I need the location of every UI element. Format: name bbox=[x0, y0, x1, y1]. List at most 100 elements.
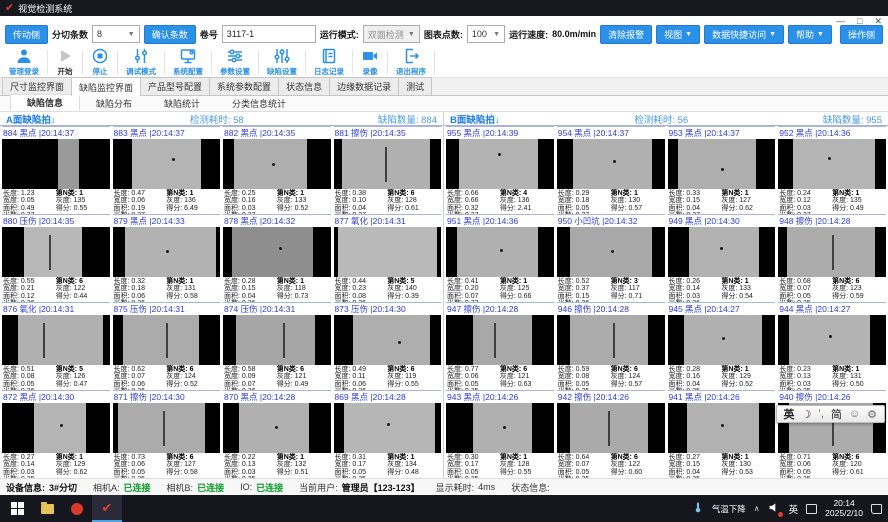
defect-image[interactable] bbox=[334, 403, 442, 453]
tray-expand-caret[interactable]: ∧ bbox=[754, 504, 760, 513]
stop-button[interactable]: 停止 bbox=[86, 46, 114, 78]
defect-settings-button[interactable]: 缺陷设置 bbox=[262, 46, 302, 78]
defect-image[interactable] bbox=[557, 227, 665, 277]
defect-image[interactable] bbox=[2, 315, 110, 365]
roll-number-input[interactable] bbox=[222, 25, 316, 43]
defect-image[interactable] bbox=[668, 227, 776, 277]
tab-system-params[interactable]: 系统参数配置 bbox=[209, 77, 279, 95]
defect-cell[interactable]: 954 黑点 |20:14:37 长度: 0.29 宽度: 0.18 面积: 0… bbox=[557, 126, 665, 214]
defect-cell[interactable]: 870 黑点 |20:14:28 长度: 0.22 宽度: 0.13 面积: 0… bbox=[223, 390, 331, 478]
run-mode-select[interactable]: 双面检测▼ bbox=[363, 25, 420, 43]
defect-cell[interactable]: 871 擦伤 |20:14:30 长度: 0.73 宽度: 0.06 面积: 0… bbox=[113, 390, 221, 478]
defect-cell[interactable]: 875 压伤 |20:14:31 长度: 0.62 宽度: 0.07 面积: 0… bbox=[113, 302, 221, 390]
defect-image[interactable] bbox=[2, 403, 110, 453]
defect-image[interactable] bbox=[334, 227, 442, 277]
file-explorer-button[interactable] bbox=[32, 495, 62, 522]
tab-status-info[interactable]: 状态信息 bbox=[278, 77, 330, 95]
defect-cell[interactable]: 884 黑点 |20:14:37 长度: 1.23 宽度: 0.05 面积: 0… bbox=[2, 126, 110, 214]
defect-image[interactable] bbox=[446, 139, 554, 189]
defect-cell[interactable]: 946 擦伤 |20:14:28 长度: 0.59 宽度: 0.08 面积: 0… bbox=[557, 302, 665, 390]
emoji-icon[interactable]: ☺ bbox=[849, 408, 860, 420]
confirm-count-button[interactable]: 确认条数 bbox=[144, 25, 196, 44]
defect-image[interactable] bbox=[778, 315, 886, 365]
tab-product-config[interactable]: 产品型号配置 bbox=[140, 77, 210, 95]
param-settings-button[interactable]: 参数设置 bbox=[215, 46, 255, 78]
defect-image[interactable] bbox=[668, 403, 776, 453]
defect-cell[interactable]: 878 黑点 |20:14:32 长度: 0.28 宽度: 0.15 面积: 0… bbox=[223, 214, 331, 302]
defect-image[interactable] bbox=[557, 139, 665, 189]
defect-cell[interactable]: 948 擦伤 |20:14:28 长度: 0.68 宽度: 0.07 面积: 0… bbox=[778, 214, 886, 302]
action-center-icon[interactable] bbox=[871, 504, 882, 514]
defect-cell[interactable]: 879 黑点 |20:14:33 长度: 0.32 宽度: 0.18 面积: 0… bbox=[113, 214, 221, 302]
tab-size-monitor[interactable]: 尺寸监控界面 bbox=[2, 77, 72, 95]
taskbar-app-1[interactable] bbox=[62, 495, 92, 522]
defect-cell[interactable]: 955 黑点 |20:14:39 长度: 0.66 宽度: 0.66 面积: 0… bbox=[446, 126, 554, 214]
defect-cell[interactable]: 947 擦伤 |20:14:28 长度: 0.77 宽度: 0.06 面积: 0… bbox=[446, 302, 554, 390]
view-menu-button[interactable]: 视图▼ bbox=[656, 25, 700, 44]
taskbar-app-2-active[interactable]: ✔ bbox=[92, 495, 122, 522]
defect-image[interactable] bbox=[223, 315, 331, 365]
defect-image[interactable] bbox=[113, 139, 221, 189]
record-video-button[interactable]: 录像 bbox=[356, 46, 384, 78]
defect-cell[interactable]: 953 黑点 |20:14:37 长度: 0.33 宽度: 0.15 面积: 0… bbox=[668, 126, 776, 214]
defect-image[interactable] bbox=[668, 315, 776, 365]
defect-cell[interactable]: 941 黑点 |20:14:26 长度: 0.27 宽度: 0.15 面积: 0… bbox=[668, 390, 776, 478]
defect-cell[interactable]: 940 擦伤 |20:14:26 长度: 0.71 宽度: 0.06 面积: 0… bbox=[778, 390, 886, 478]
defect-image[interactable] bbox=[223, 403, 331, 453]
defect-image[interactable] bbox=[2, 227, 110, 277]
defect-image[interactable] bbox=[113, 403, 221, 453]
defect-cell[interactable]: 880 压伤 |20:14:35 长度: 0.55 宽度: 0.21 面积: 0… bbox=[2, 214, 110, 302]
defect-image[interactable] bbox=[668, 139, 776, 189]
defect-image[interactable] bbox=[2, 139, 110, 189]
chart-points-select[interactable]: 100▼ bbox=[467, 25, 505, 43]
defect-cell[interactable]: 881 擦伤 |20:14:35 长度: 0.38 宽度: 0.10 面积: 0… bbox=[334, 126, 442, 214]
weather-text[interactable]: 气温下降 bbox=[712, 503, 746, 515]
defect-image[interactable] bbox=[446, 315, 554, 365]
clear-alarm-button[interactable]: 清除报警 bbox=[600, 25, 652, 44]
start-button[interactable] bbox=[2, 495, 32, 522]
defect-image[interactable] bbox=[223, 139, 331, 189]
minimize-button[interactable]: — bbox=[836, 16, 845, 27]
ime-simplified-toggle[interactable]: 简 bbox=[831, 406, 842, 422]
subtab-defect-stats[interactable]: 缺陷统计 bbox=[148, 96, 216, 111]
defect-image[interactable] bbox=[778, 139, 886, 189]
defect-image[interactable] bbox=[557, 403, 665, 453]
system-config-button[interactable]: 系统配置 bbox=[168, 46, 208, 78]
defect-cell[interactable]: 950 小凹坑 |20:14:32 长度: 0.52 宽度: 0.37 面积: … bbox=[557, 214, 665, 302]
tab-edge-data[interactable]: 边缘数据记录 bbox=[329, 77, 399, 95]
defect-cell[interactable]: 876 氧化 |20:14:31 长度: 0.51 宽度: 0.08 面积: 0… bbox=[2, 302, 110, 390]
defect-image[interactable] bbox=[446, 227, 554, 277]
defect-cell[interactable]: 882 黑点 |20:14:35 长度: 0.25 宽度: 0.16 面积: 0… bbox=[223, 126, 331, 214]
defect-cell[interactable]: 951 黑点 |20:14:36 长度: 0.41 宽度: 0.20 面积: 0… bbox=[446, 214, 554, 302]
keyboard-icon[interactable] bbox=[806, 504, 817, 514]
tab-defect-monitor[interactable]: 缺陷监控界面 bbox=[71, 77, 141, 96]
defect-image[interactable] bbox=[223, 227, 331, 277]
subtab-defect-info[interactable]: 缺陷信息 bbox=[10, 94, 80, 111]
defect-cell[interactable]: 943 黑点 |20:14:26 长度: 0.30 宽度: 0.17 面积: 0… bbox=[446, 390, 554, 478]
log-record-button[interactable]: 日志记录 bbox=[309, 46, 349, 78]
defect-cell[interactable]: 873 压伤 |20:14:30 长度: 0.49 宽度: 0.11 面积: 0… bbox=[334, 302, 442, 390]
maximize-button[interactable]: □ bbox=[857, 16, 862, 27]
defect-image[interactable] bbox=[446, 403, 554, 453]
language-indicator[interactable]: 英 bbox=[789, 502, 799, 516]
defect-cell[interactable]: 944 黑点 |20:14:27 长度: 0.23 宽度: 0.13 面积: 0… bbox=[778, 302, 886, 390]
panel-a-title[interactable]: A面缺陷拍↓ bbox=[6, 112, 56, 126]
defect-image[interactable] bbox=[113, 315, 221, 365]
subtab-class-info-stats[interactable]: 分类信息统计 bbox=[216, 96, 302, 111]
panel-b-title[interactable]: B面缺陷拍↓ bbox=[450, 112, 500, 126]
volume-icon[interactable] bbox=[768, 501, 781, 516]
quick-access-menu-button[interactable]: 数据快捷访问▼ bbox=[704, 25, 784, 44]
admin-login-button[interactable]: 管理登录 bbox=[4, 46, 44, 78]
defect-cell[interactable]: 949 黑点 |20:14:30 长度: 0.26 宽度: 0.14 面积: 0… bbox=[668, 214, 776, 302]
defect-cell[interactable]: 945 黑点 |20:14:27 长度: 0.28 宽度: 0.16 面积: 0… bbox=[668, 302, 776, 390]
debug-mode-button[interactable]: 调试模式 bbox=[121, 46, 161, 78]
defect-image[interactable] bbox=[778, 227, 886, 277]
defect-cell[interactable]: 877 氧化 |20:14:31 长度: 0.44 宽度: 0.23 面积: 0… bbox=[334, 214, 442, 302]
close-button[interactable]: ✕ bbox=[874, 16, 882, 27]
subtab-defect-distribution[interactable]: 缺陷分布 bbox=[80, 96, 148, 111]
defect-cell[interactable]: 874 压伤 |20:14:31 长度: 0.58 宽度: 0.09 面积: 0… bbox=[223, 302, 331, 390]
taskbar-clock[interactable]: 20:14 2025/2/10 bbox=[825, 499, 863, 519]
start-button[interactable]: 开始 bbox=[51, 46, 79, 78]
exit-program-button[interactable]: 退出程序 bbox=[391, 46, 431, 78]
help-menu-button[interactable]: 帮助▼ bbox=[788, 25, 832, 44]
